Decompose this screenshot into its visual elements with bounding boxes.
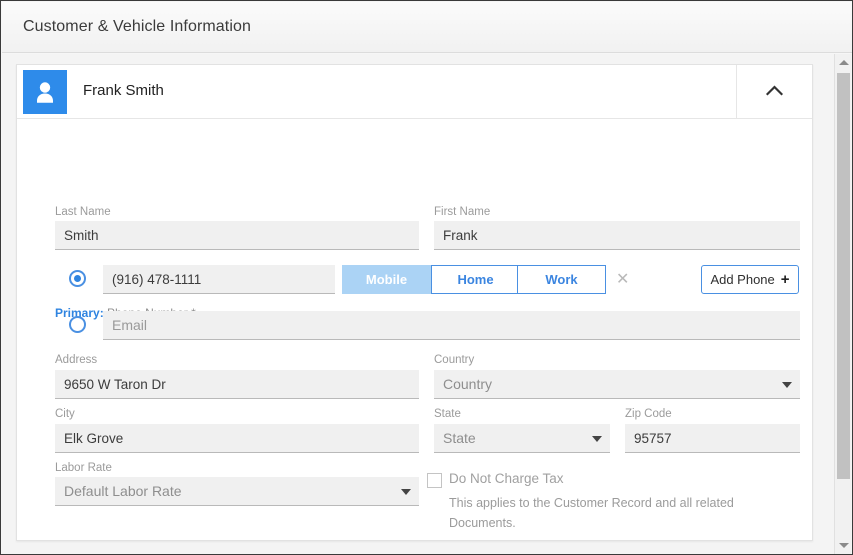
labor-rate-select[interactable]: Default Labor Rate: [55, 477, 419, 506]
do-not-charge-tax-checkbox[interactable]: [427, 473, 442, 488]
state-select[interactable]: State: [434, 424, 610, 453]
email-input[interactable]: [103, 311, 800, 340]
phone-type-mobile-button[interactable]: Mobile: [342, 265, 431, 294]
scrollbar-thumb[interactable]: [837, 73, 850, 479]
last-name-label: Last Name: [55, 206, 111, 218]
person-icon: [23, 70, 67, 114]
page-title: Customer & Vehicle Information: [23, 18, 251, 35]
state-label: State: [434, 408, 461, 420]
first-name-label: First Name: [434, 206, 491, 218]
collapse-section-button[interactable]: [736, 65, 812, 118]
country-select[interactable]: Country: [434, 370, 800, 399]
triangle-up-icon: [838, 60, 849, 65]
add-phone-label: Add Phone: [710, 272, 775, 287]
chevron-up-icon: [765, 83, 784, 101]
page-surface: Frank Smith Last Name First Name: [2, 54, 852, 554]
address-input[interactable]: [55, 370, 419, 399]
labor-rate-select-wrap: Default Labor Rate: [55, 477, 419, 506]
scroll-up-button[interactable]: [835, 54, 852, 71]
add-phone-button[interactable]: Add Phone +: [701, 265, 799, 294]
plus-icon: +: [780, 271, 790, 288]
app-window: Customer & Vehicle Information Frank Smi…: [0, 0, 853, 555]
close-icon[interactable]: ✕: [616, 272, 629, 288]
labor-rate-label: Labor Rate: [55, 462, 112, 474]
zip-code-label: Zip Code: [625, 408, 672, 420]
phone-type-work-button[interactable]: Work: [517, 265, 606, 294]
zip-code-input[interactable]: [625, 424, 800, 453]
vertical-scrollbar[interactable]: [834, 54, 851, 554]
scroll-down-button[interactable]: [835, 537, 852, 554]
address-label: Address: [55, 354, 98, 366]
state-select-wrap: State: [434, 424, 610, 453]
country-select-wrap: Country: [434, 370, 800, 399]
phone-primary-radio[interactable]: [69, 270, 86, 287]
customer-name: Frank Smith: [83, 82, 164, 99]
city-input[interactable]: [55, 424, 419, 453]
email-primary-radio[interactable]: [69, 316, 86, 333]
do-not-charge-tax-label: Do Not Charge Tax: [449, 471, 564, 486]
do-not-charge-tax-help: This applies to the Customer Record and …: [449, 496, 734, 530]
customer-card-header: Frank Smith: [17, 65, 812, 119]
country-label: Country: [434, 354, 475, 366]
phone-number-input[interactable]: [103, 265, 335, 294]
city-label: City: [55, 408, 75, 420]
first-name-input[interactable]: [434, 221, 800, 250]
phone-type-home-button[interactable]: Home: [431, 265, 520, 294]
last-name-input[interactable]: [55, 221, 419, 250]
triangle-down-icon: [838, 543, 849, 548]
window-titlebar: Customer & Vehicle Information: [2, 2, 852, 53]
customer-card: Frank Smith Last Name First Name: [16, 64, 813, 541]
